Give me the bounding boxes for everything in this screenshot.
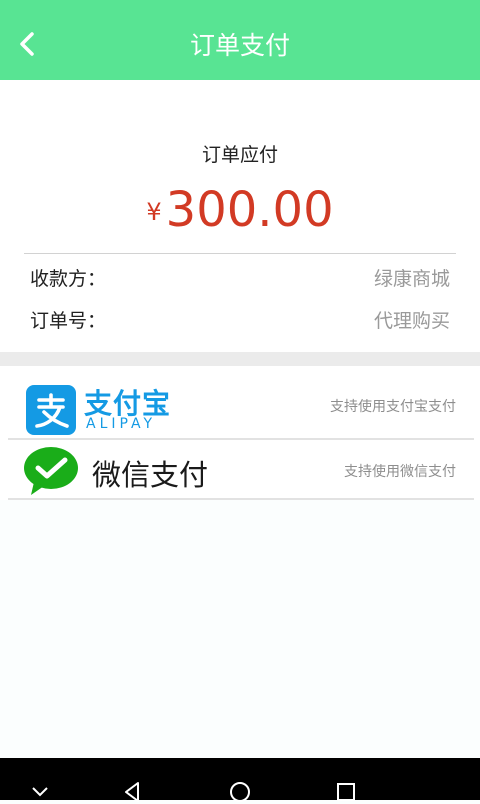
system-navigation-bar xyxy=(0,758,480,802)
wechat-pay-name: 微信支付 xyxy=(92,458,209,492)
chevron-down-icon[interactable] xyxy=(28,780,52,804)
page-title: 订单支付 xyxy=(189,31,290,60)
chevron-left-icon xyxy=(20,32,34,56)
alipay-description: 支持使用支付宝支付 xyxy=(330,399,456,415)
payee-label: 收款方： xyxy=(30,267,107,290)
header-bar: 订单支付 xyxy=(0,8,480,80)
payee-row: 收款方： 绿康商城 xyxy=(30,262,450,292)
order-number-label: 订单号： xyxy=(30,309,107,332)
order-number-value: 代理购买 xyxy=(373,309,450,332)
nav-back-icon[interactable] xyxy=(120,780,144,804)
order-number-row: 订单号： 代理购买 xyxy=(30,304,450,334)
alipay-icon xyxy=(26,385,76,435)
back-button[interactable] xyxy=(10,24,46,64)
section-separator xyxy=(0,352,480,366)
payment-option-alipay[interactable]: 支付宝 ALIPAY 支持使用支付宝支付 xyxy=(0,366,480,440)
payee-value: 绿康商城 xyxy=(373,267,450,290)
payment-option-wechat[interactable]: 微信支付 支持使用微信支付 xyxy=(0,440,480,500)
divider xyxy=(8,498,474,500)
order-summary: 订单应付 ¥300.00 收款方： 绿康商城 订单号： 代理购买 xyxy=(0,80,480,352)
wechat-pay-icon xyxy=(24,447,78,495)
nav-home-icon[interactable] xyxy=(228,780,252,804)
amount-value: 300.00 xyxy=(165,182,334,238)
alipay-sublabel: ALIPAY xyxy=(86,416,157,432)
wechat-pay-description: 支持使用微信支付 xyxy=(344,464,456,480)
status-bar xyxy=(0,0,480,8)
currency-symbol: ¥ xyxy=(146,198,162,226)
amount-due: ¥300.00 xyxy=(0,182,480,238)
amount-due-label: 订单应付 xyxy=(201,144,278,166)
divider xyxy=(24,253,456,254)
payment-method-list: 支付宝 ALIPAY 支持使用支付宝支付 微信支付 支持使用微信支付 xyxy=(0,366,480,500)
nav-recents-icon[interactable] xyxy=(334,780,358,804)
